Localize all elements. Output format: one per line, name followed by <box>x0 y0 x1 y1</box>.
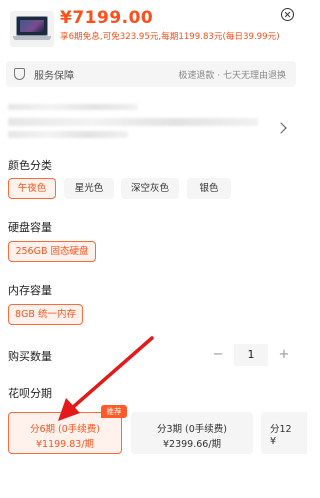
blurred-text <box>8 131 128 138</box>
service-guarantee-bar[interactable]: 服务保障 极速退款 · 七天无理由退换 <box>6 61 296 87</box>
installment-title: 分6期 (0手续费) <box>29 424 101 435</box>
blurred-text <box>8 118 258 126</box>
section-title-installment: 花呗分期 <box>8 387 52 400</box>
color-option-silver[interactable]: 银色 <box>187 178 231 199</box>
quantity-decrease-button[interactable]: − <box>206 344 230 366</box>
installment-amount: ¥1199.83/期 <box>35 439 95 450</box>
product-thumbnail <box>10 11 54 47</box>
installment-option-6[interactable]: 分6期 (0手续费) ¥1199.83/期 <box>8 412 122 454</box>
close-icon[interactable] <box>281 8 294 21</box>
memory-option-8gb[interactable]: 8GB 统一内存 <box>8 304 83 325</box>
recommend-badge: 推荐 <box>101 405 127 418</box>
installment-title: 分3期 (0手续费) <box>156 424 228 435</box>
quantity-stepper: − 1 + <box>206 344 296 366</box>
installment-title: 分12 <box>270 424 292 435</box>
color-option-space-gray[interactable]: 深空灰色 <box>121 178 179 199</box>
quantity-increase-button[interactable]: + <box>272 344 296 366</box>
section-title-storage: 硬盘容量 <box>8 221 52 234</box>
service-title: 服务保障 <box>34 71 74 82</box>
installment-promo-text: 享6期免息,可免323.95元,每期1199.83元(每日39.99元) <box>60 32 280 42</box>
storage-option-256gb[interactable]: 256GB 固态硬盘 <box>8 241 96 262</box>
installment-option-12[interactable]: 分12 ¥ <box>261 412 307 454</box>
shield-icon <box>14 68 25 80</box>
section-title-quantity: 购买数量 <box>8 350 52 363</box>
quantity-value[interactable]: 1 <box>234 344 268 366</box>
section-title-color: 颜色分类 <box>8 159 52 172</box>
installment-option-3[interactable]: 分3期 (0手续费) ¥2399.66/期 <box>131 412 253 454</box>
chevron-right-icon <box>275 122 287 134</box>
laptop-base <box>13 36 51 40</box>
installment-amount: ¥2399.66/期 <box>162 439 222 450</box>
product-price: ¥7199.00 <box>60 8 154 28</box>
service-description: 极速退款 · 七天无理由退换 <box>178 71 286 81</box>
blurred-text <box>8 104 138 110</box>
laptop-screen <box>16 16 48 36</box>
color-option-midnight[interactable]: 午夜色 <box>8 178 56 199</box>
color-option-starlight[interactable]: 星光色 <box>64 178 114 199</box>
installment-amount: ¥ <box>270 436 277 447</box>
section-title-memory: 内存容量 <box>8 284 52 297</box>
